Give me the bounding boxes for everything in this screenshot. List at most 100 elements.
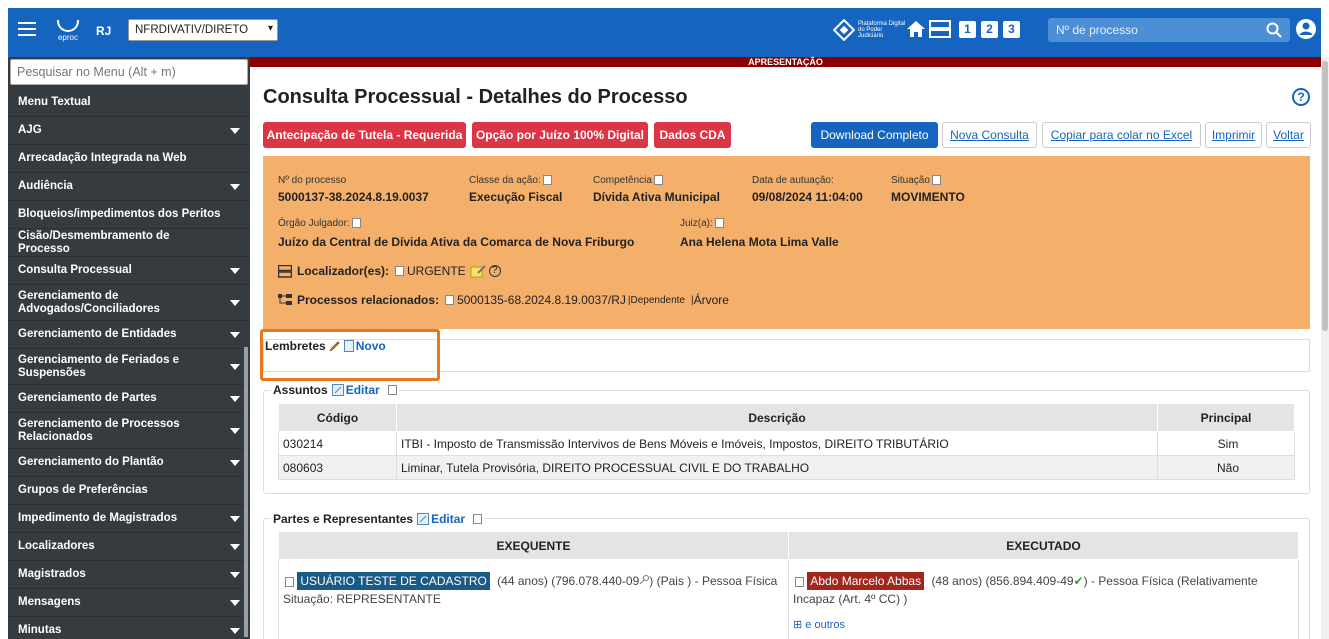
sidebar-item-label: Cisão/Desmembramento de Processo [18, 229, 170, 255]
assuntos-label: Assuntos [273, 383, 328, 397]
edit-icon[interactable] [417, 513, 430, 525]
dados-cda-button[interactable]: Dados CDA [654, 122, 731, 148]
sidebar-item[interactable]: Menu Textual [8, 89, 250, 117]
edit-icon[interactable] [331, 384, 344, 396]
classe-label: Classe da ação: [469, 175, 541, 186]
localizador-icon [278, 264, 292, 278]
sidebar-item[interactable]: Audiência [8, 173, 250, 201]
info-icon[interactable] [285, 576, 294, 587]
sidebar-item[interactable]: Gerenciamento do Plantão [8, 449, 250, 477]
home-icon[interactable] [906, 19, 926, 39]
chevron-down-icon [230, 183, 240, 190]
data-label: Data de autuação: [752, 175, 834, 186]
info-icon[interactable] [445, 295, 455, 305]
column-header[interactable]: Descrição [396, 403, 1158, 432]
search-icon[interactable] [1266, 22, 1282, 38]
info-icon[interactable] [542, 175, 552, 186]
sidebar-item[interactable]: Gerenciamento de Feriados e Suspensões [8, 349, 250, 385]
chevron-down-icon [230, 299, 240, 306]
eproc-logo[interactable]: eproc [53, 16, 83, 48]
user-account-icon[interactable] [1295, 18, 1317, 40]
sidebar-item-label: Audiência [18, 180, 73, 192]
info-icon[interactable] [387, 385, 397, 395]
chevron-down-icon [230, 599, 240, 606]
relacionado-link[interactable]: 5000135-68.2024.8.19.0037/RJ [457, 293, 626, 307]
sidebar-item[interactable]: Cisão/Desmembramento de Processo [8, 229, 250, 257]
sidebar-scrollbar[interactable] [244, 347, 248, 637]
info-icon[interactable] [795, 576, 804, 587]
sidebar-item[interactable]: Consulta Processual [8, 257, 250, 285]
hamburger-menu-icon[interactable] [18, 22, 36, 36]
sidebar-item-label: Bloqueios/impedimentos dos Peritos [18, 208, 221, 220]
imprimir-button[interactable]: Imprimir [1205, 122, 1262, 148]
sidebar-item[interactable]: Mensagens [8, 589, 250, 617]
column-header: EXEQUENTE [278, 531, 789, 560]
executado-info: (48 anos) (856.894.409-49 [931, 574, 1074, 588]
info-icon[interactable] [473, 514, 483, 524]
sidebar-item[interactable]: Gerenciamento de Entidades [8, 321, 250, 349]
e-outros-label: e outros [805, 619, 846, 631]
sidebar-item[interactable]: Grupos de Preferências [8, 477, 250, 505]
executado-name[interactable]: Abdo Marcelo Abbas [807, 572, 925, 590]
column-header[interactable]: Principal [1157, 403, 1295, 432]
juiz-value: Ana Helena Mota Lima Valle [680, 235, 839, 249]
table-row: 030214 ITBI - Imposto de Transmissão Int… [278, 431, 1295, 456]
orgao-label: Órgão Julgador: [278, 218, 350, 229]
quick-access-2[interactable]: 2 [981, 21, 998, 38]
arvore-link[interactable]: Árvore [694, 293, 729, 307]
sidebar-menu: Menu Textual AJG Arrecadação Integrada na … [8, 57, 250, 639]
data-value: 09/08/2024 11:04:00 [752, 190, 863, 204]
sidebar-item-label: Impedimento de Magistrados [18, 512, 178, 524]
exequente-info: (44 anos) (796.078.440-09 [497, 574, 640, 588]
partes-editar-link[interactable]: Editar [431, 512, 465, 526]
situacao-label: Situação [891, 175, 930, 186]
sidebar-item[interactable]: Impedimento de Magistrados [8, 505, 250, 533]
e-outros-link[interactable]: ⊞ e outros [793, 618, 1298, 631]
localizador-row: Localizador(es): URGENTE ? [278, 264, 501, 278]
top-bar: eproc RJ NFRDIVATIV/DIRETO ▾ Plataforma … [0, 0, 1329, 57]
info-icon[interactable] [395, 266, 405, 276]
exequente-name[interactable]: USUÁRIO TESTE DE CADASTRO [297, 572, 490, 590]
localizador-value[interactable]: URGENTE [407, 264, 466, 278]
switch-panel-icon[interactable] [929, 19, 951, 39]
sidebar-item[interactable]: Gerenciamento de Processos Relacionados [8, 413, 250, 449]
scrollbar-thumb[interactable] [1322, 61, 1328, 331]
help-icon[interactable]: ? [1292, 88, 1310, 106]
nova-consulta-button[interactable]: Nova Consulta [942, 122, 1037, 148]
sidebar-item[interactable]: Localizadores [8, 533, 250, 561]
quick-access-3[interactable]: 3 [1003, 21, 1020, 38]
info-icon[interactable] [714, 218, 724, 229]
sidebar-item[interactable]: Arrecadação Integrada na Web [8, 145, 250, 173]
executado-info-3: Incapaz (Art. 4º CC) ) [793, 592, 908, 606]
profile-select[interactable]: NFRDIVATIV/DIRETO ▾ [128, 19, 278, 41]
sidebar-item[interactable]: Gerenciamento de Advogados/Conciliadores [8, 285, 250, 321]
page-scrollbar[interactable] [1321, 57, 1329, 639]
sidebar-item[interactable]: Magistrados [8, 561, 250, 589]
numero-label: Nº do processo [278, 175, 347, 186]
copiar-excel-button[interactable]: Copiar para colar no Excel [1042, 122, 1201, 148]
sidebar-item-label: Localizadores [18, 540, 95, 552]
sidebar-item-label: Consulta Processual [18, 264, 132, 276]
localizador-label: Localizador(es): [297, 264, 390, 278]
partes-title: Partes e Representantes Editar [271, 512, 485, 526]
info-icon[interactable] [931, 175, 941, 186]
sidebar-item[interactable]: Bloqueios/impedimentos dos Peritos [8, 201, 250, 229]
sidebar-item[interactable]: AJG [8, 117, 250, 145]
voltar-button[interactable]: Voltar [1266, 122, 1311, 148]
sidebar-item[interactable]: Gerenciamento de Partes [8, 385, 250, 413]
assuntos-editar-link[interactable]: Editar [346, 383, 380, 397]
info-icon[interactable] [653, 175, 663, 186]
download-button[interactable]: Download Completo [811, 122, 938, 148]
chevron-down-icon [230, 395, 240, 402]
help-circle-icon[interactable]: ? [488, 265, 501, 277]
process-search-input[interactable] [1048, 18, 1258, 42]
note-edit-icon[interactable] [470, 264, 486, 278]
menu-search-input[interactable] [11, 60, 247, 84]
tutela-button[interactable]: Antecipação de Tutela - Requerida [263, 122, 466, 148]
juizo-digital-button[interactable]: Opção por Juízo 100% Digital [472, 122, 648, 148]
quick-access-1[interactable]: 1 [959, 21, 976, 38]
tree-icon [278, 294, 292, 305]
column-header[interactable]: Código [278, 403, 397, 432]
info-icon[interactable] [351, 218, 361, 229]
sidebar-item[interactable]: Minutas [8, 617, 250, 639]
